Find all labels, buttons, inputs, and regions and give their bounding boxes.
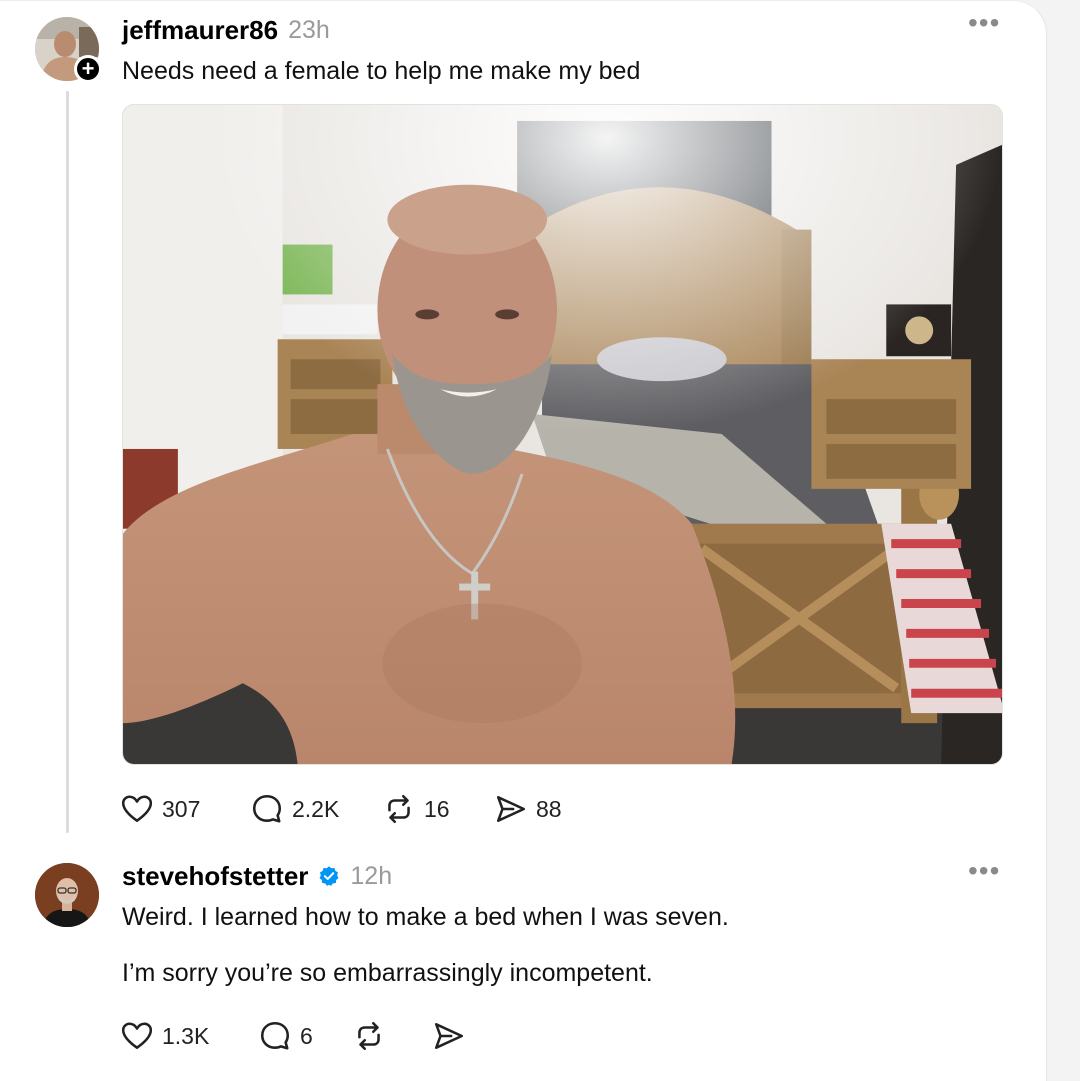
reply-share-button[interactable] (432, 1019, 466, 1053)
reply-text-line-2: I’m sorry you’re so embarrassingly incom… (122, 959, 653, 987)
post-share-button[interactable]: 88 (494, 792, 562, 826)
post-actions: 307 2.2K 16 88 (120, 791, 562, 827)
post-author-username[interactable]: jeffmaurer86 (122, 15, 278, 46)
reply-repost-button[interactable] (352, 1019, 432, 1053)
reply-author-username[interactable]: stevehofstetter (122, 861, 308, 892)
post-repost-button[interactable]: 16 (382, 792, 494, 826)
repost-arrows-icon (358, 1021, 380, 1051)
reply-header: stevehofstetter 12h (122, 857, 392, 895)
heart-icon (121, 795, 153, 822)
post-reply-button[interactable]: 2.2K (250, 792, 382, 826)
post-text: Needs need a female to help me make my b… (122, 57, 641, 85)
reply-more-options-icon[interactable]: ••• (968, 857, 1000, 885)
heart-icon (121, 1022, 153, 1049)
verified-badge-icon (319, 866, 339, 886)
reply-reply-count: 6 (300, 1022, 313, 1049)
comment-bubble-icon (252, 794, 282, 823)
post-like-button[interactable]: 307 (120, 792, 250, 826)
reply-reply-button[interactable]: 6 (258, 1019, 352, 1053)
post-share-count: 88 (536, 795, 562, 822)
thread-card: + jeffmaurer86 23h ••• Needs need a fema… (0, 0, 1047, 1081)
reply-author-avatar[interactable] (35, 863, 99, 927)
post-photo[interactable] (122, 104, 1003, 765)
reply-text-line-1: Weird. I learned how to make a bed when … (122, 903, 729, 931)
thread-connector-line (66, 91, 69, 833)
post-header: jeffmaurer86 23h (122, 11, 330, 49)
send-icon (496, 796, 526, 822)
post-reply-count: 2.2K (292, 795, 340, 822)
reply-timestamp[interactable]: 12h (350, 862, 392, 891)
repost-arrows-icon (388, 794, 410, 824)
comment-bubble-icon (260, 1021, 290, 1050)
post-more-options-icon[interactable]: ••• (968, 9, 1000, 37)
post-timestamp[interactable]: 23h (288, 16, 330, 45)
send-icon (434, 1023, 464, 1049)
post-like-count: 307 (162, 795, 201, 822)
reply-actions: 1.3K 6 (120, 1018, 466, 1054)
reply-like-button[interactable]: 1.3K (120, 1019, 258, 1053)
reply-like-count: 1.3K (162, 1022, 210, 1049)
post-repost-count: 16 (424, 795, 450, 822)
follow-plus-button[interactable]: + (74, 55, 102, 83)
